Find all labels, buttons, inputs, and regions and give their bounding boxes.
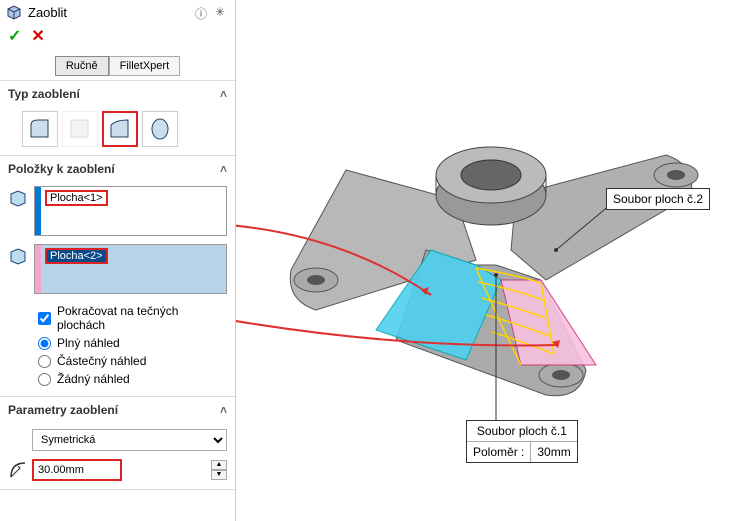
panel-header: Zaoblit ⓘ ✳: [0, 0, 235, 24]
callout-face-set-1[interactable]: Soubor ploch č.1 Poloměr : 30mm: [466, 420, 578, 463]
section-fillet-type: Typ zaoblení ˄: [0, 81, 235, 156]
type-variable-radius[interactable]: [62, 111, 98, 147]
callout-face-set-2[interactable]: Soubor ploch č.2: [606, 188, 710, 210]
ok-button[interactable]: ✓: [8, 26, 21, 46]
type-constant-radius[interactable]: [22, 111, 58, 147]
section-params: Parametry zaoblení ˄ Symetrická ▲▼: [0, 397, 235, 490]
symmetry-select[interactable]: Symetrická: [32, 429, 227, 451]
type-face-fillet[interactable]: [102, 111, 138, 147]
chevron-up-icon: ˄: [220, 87, 227, 101]
radius-spinner[interactable]: ▲▼: [211, 460, 227, 480]
face-set-1-row: Plocha<1>: [8, 186, 227, 236]
section-header-type[interactable]: Typ zaoblení ˄: [0, 81, 235, 107]
preview-full-radio[interactable]: Plný náhled: [8, 334, 227, 352]
face-set-2-list[interactable]: Plocha<2>: [34, 244, 227, 294]
ok-cancel-row: ✓ ✕: [0, 24, 235, 52]
radius-icon: [8, 460, 28, 480]
callout-radius-value[interactable]: 30mm: [531, 442, 576, 462]
section-items: Položky k zaoblení ˄ Plocha<1> Plocha<2>…: [0, 156, 235, 397]
type-full-round[interactable]: [142, 111, 178, 147]
face-set-2-row: Plocha<2>: [8, 244, 227, 294]
face-set-1-list[interactable]: Plocha<1>: [34, 186, 227, 236]
face-2-entry[interactable]: Plocha<2>: [45, 248, 108, 264]
graphics-viewport[interactable]: Soubor ploch č.2 Soubor ploch č.1 Polomě…: [236, 0, 750, 521]
face-set-icon: [8, 188, 28, 208]
tab-filletxpert[interactable]: FilletXpert: [109, 56, 181, 76]
tangent-propagation-checkbox[interactable]: Pokračovat na tečných plochách: [8, 302, 227, 334]
face-set-icon: [8, 246, 28, 266]
panel-title: Zaoblit: [28, 5, 189, 20]
face-1-entry[interactable]: Plocha<1>: [45, 190, 108, 206]
property-panel: Zaoblit ⓘ ✳ ✓ ✕ Ručně FilletXpert Typ za…: [0, 0, 236, 521]
fillet-feature-icon: [6, 4, 22, 20]
chevron-up-icon: ˄: [220, 403, 227, 417]
section-header-items[interactable]: Položky k zaoblení ˄: [0, 156, 235, 182]
preview-none-radio[interactable]: Žádný náhled: [8, 370, 227, 388]
radius-input[interactable]: [32, 459, 122, 481]
mode-tabs: Ručně FilletXpert: [0, 52, 235, 81]
cancel-button[interactable]: ✕: [31, 26, 44, 46]
fillet-type-buttons: [8, 111, 227, 147]
preview-partial-radio[interactable]: Částečný náhled: [8, 352, 227, 370]
section-header-params[interactable]: Parametry zaoblení ˄: [0, 397, 235, 423]
favorite-icon[interactable]: ✳: [215, 5, 229, 19]
tab-manual[interactable]: Ručně: [55, 56, 109, 76]
chevron-up-icon: ˄: [220, 162, 227, 176]
help-icon[interactable]: ⓘ: [195, 5, 209, 19]
